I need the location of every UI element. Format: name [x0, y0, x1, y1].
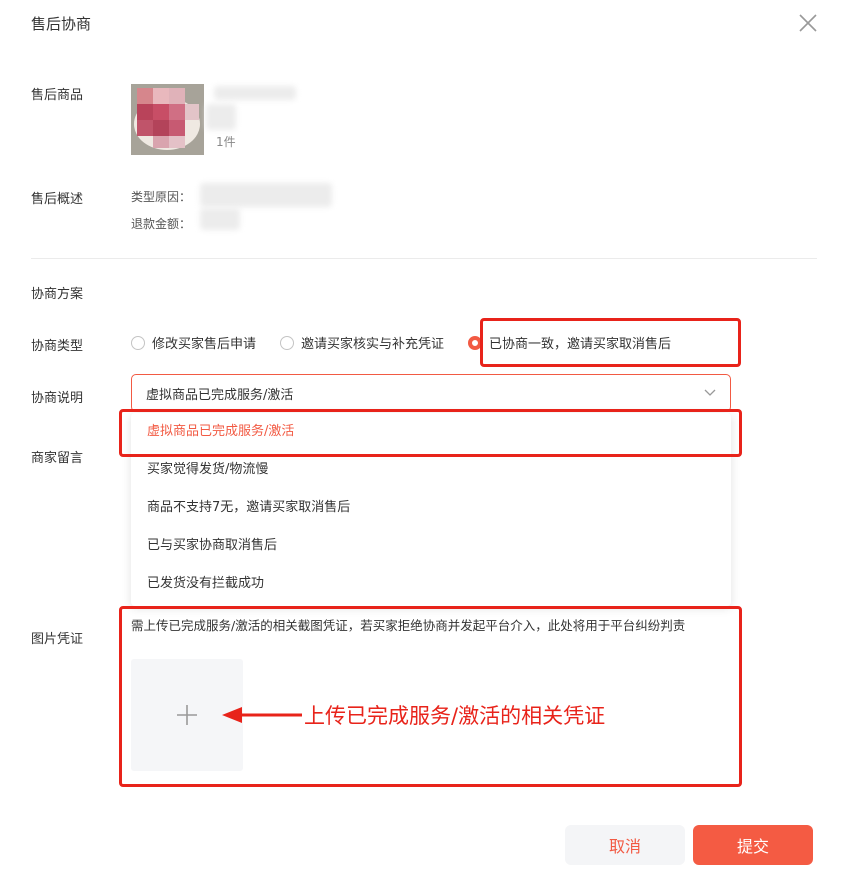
merchant-message-label: 商家留言: [31, 451, 84, 466]
product-label: 售后商品: [31, 88, 84, 103]
chevron-down-icon: [704, 389, 716, 396]
summary-label: 售后概述: [31, 192, 84, 207]
radio-label: 修改买家售后申请: [152, 337, 257, 352]
cancel-button[interactable]: 取消: [565, 825, 685, 865]
submit-button[interactable]: 提交: [693, 825, 813, 865]
type-reason-redacted: [200, 183, 332, 207]
product-spec-redacted: [206, 104, 236, 130]
radio-circle-icon: [280, 335, 295, 350]
highlight-box-option: [119, 409, 742, 457]
refund-amount-label: 退款金额：: [131, 217, 192, 231]
product-quantity: 1件: [216, 135, 236, 149]
plan-desc-value: 虚拟商品已完成服务/激活: [146, 387, 294, 403]
plan-desc-select[interactable]: 虚拟商品已完成服务/激活: [131, 374, 731, 412]
highlight-box-radio: [480, 318, 741, 367]
plan-section-title: 协商方案: [31, 287, 84, 302]
radio-label: 邀请买家核实与补充凭证: [301, 337, 445, 352]
product-name-redacted: [214, 86, 296, 100]
type-reason-label: 类型原因：: [131, 190, 192, 204]
dropdown-option[interactable]: 已发货没有拦截成功: [131, 565, 731, 603]
radio-invite-verify[interactable]: 邀请买家核实与补充凭证: [280, 333, 444, 352]
close-icon[interactable]: [797, 12, 819, 34]
dialog-title: 售后协商: [31, 15, 92, 33]
highlight-box-evidence: [119, 606, 742, 787]
section-divider: [31, 258, 817, 259]
radio-modify-request[interactable]: 修改买家售后申请: [131, 333, 256, 352]
dropdown-option[interactable]: 已与买家协商取消售后: [131, 527, 731, 565]
dropdown-option[interactable]: 商品不支持7无，邀请买家取消售后: [131, 489, 731, 527]
plan-type-label: 协商类型: [31, 339, 84, 354]
product-thumbnail[interactable]: [131, 84, 204, 155]
evidence-label: 图片凭证: [31, 632, 84, 647]
annotation-arrow-icon: [222, 707, 302, 723]
plan-desc-label: 协商说明: [31, 391, 84, 406]
radio-circle-icon: [131, 335, 145, 350]
refund-amount-redacted: [200, 208, 240, 230]
annotation-text: 上传已完成服务/激活的相关凭证: [304, 704, 606, 728]
